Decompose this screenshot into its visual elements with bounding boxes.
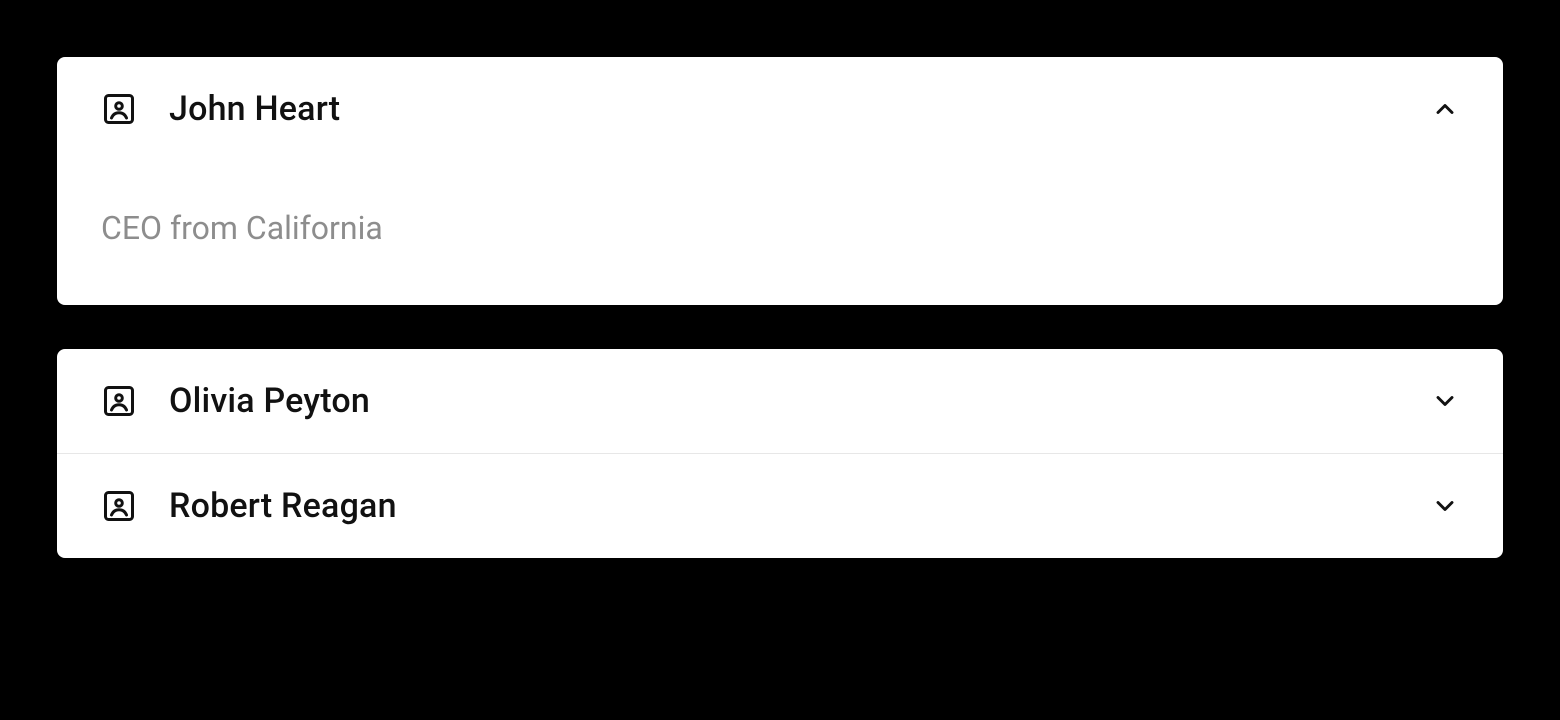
person-card-icon [101, 488, 137, 524]
accordion-detail-text: CEO from California [101, 209, 1459, 247]
person-card-icon [101, 91, 137, 127]
accordion-title: Olivia Peyton [169, 381, 1431, 421]
accordion-header-olivia-peyton[interactable]: Olivia Peyton [57, 349, 1503, 453]
accordion-body: CEO from California [57, 161, 1503, 305]
accordion-title: John Heart [169, 89, 1431, 129]
accordion-header-robert-reagan[interactable]: Robert Reagan [57, 454, 1503, 558]
accordion-header-john-heart[interactable]: John Heart [57, 57, 1503, 161]
person-card-icon [101, 383, 137, 419]
chevron-down-icon [1431, 387, 1459, 415]
accordion-card: Olivia Peyton Robert Reagan [57, 349, 1503, 558]
accordion-title: Robert Reagan [169, 486, 1431, 526]
chevron-up-icon [1431, 95, 1459, 123]
accordion-card: John Heart CEO from California [57, 57, 1503, 305]
accordion: John Heart CEO from California Olivia Pe… [57, 57, 1503, 558]
chevron-down-icon [1431, 492, 1459, 520]
